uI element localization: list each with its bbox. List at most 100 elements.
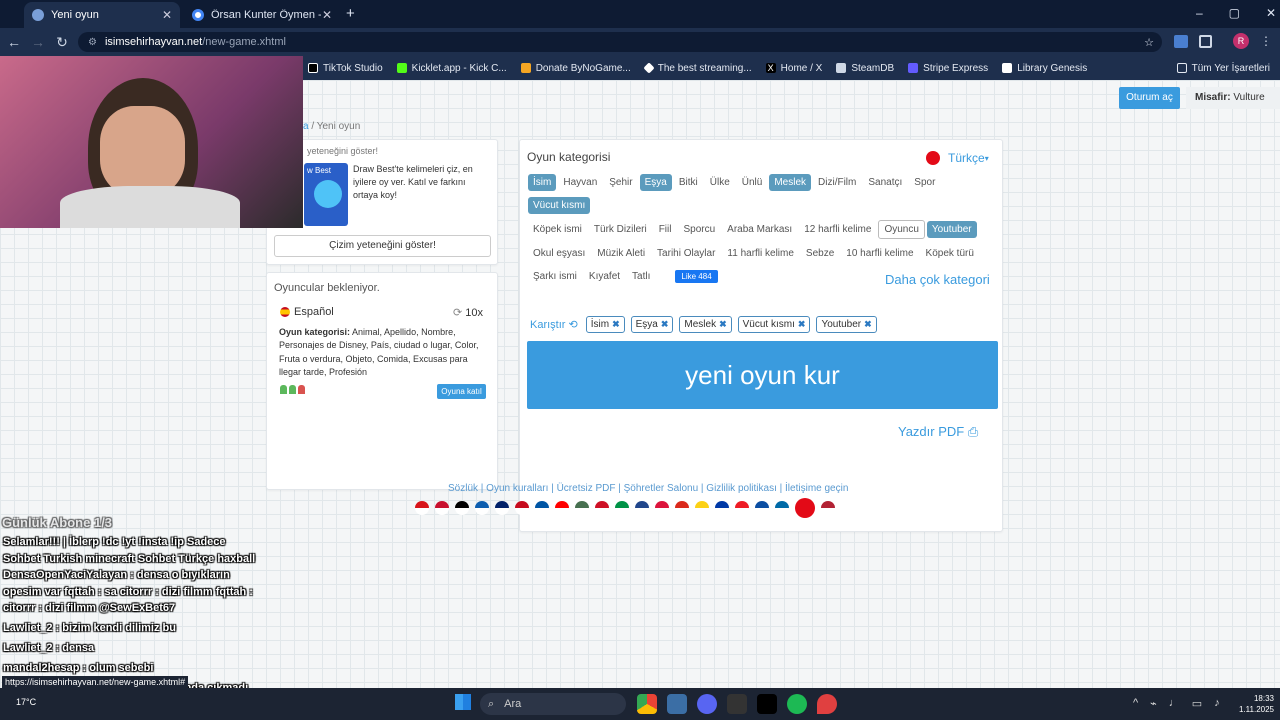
print-pdf-link[interactable]: Yazdır PDF ⎙ [898, 424, 978, 440]
selected-category-tag[interactable]: İsim ✖ [585, 316, 625, 333]
category-pill[interactable]: Köpek türü [921, 245, 979, 262]
category-pill[interactable]: Türk Dizileri [589, 221, 652, 238]
language-flag-icon[interactable] [515, 501, 529, 515]
new-tab-icon[interactable]: + [346, 5, 355, 22]
category-pill[interactable]: Ülke [705, 174, 735, 191]
network-icon[interactable]: ⌁ [1150, 697, 1157, 710]
category-pill[interactable]: Hayvan [558, 174, 602, 191]
bookmark-item[interactable]: Donate ByNoGame... [520, 63, 631, 74]
join-game-button[interactable]: Oyuna katıl [437, 384, 486, 399]
windows-start-icon[interactable] [455, 694, 471, 710]
forward-icon[interactable]: → [26, 34, 50, 50]
language-flag-icon[interactable] [435, 501, 449, 515]
footer-link[interactable]: Gizlilik politikası [706, 483, 777, 494]
volume-icon[interactable]: ♪ [1214, 697, 1220, 710]
category-pill[interactable]: İsim [528, 174, 557, 191]
selected-category-tag[interactable]: Eşya ✖ [630, 316, 674, 333]
footer-link[interactable]: İletişime geçin [785, 483, 848, 494]
app-icon[interactable] [727, 694, 747, 714]
close-tab-icon[interactable]: ✕ [162, 8, 172, 22]
language-selector[interactable]: Türkçe ▾ [926, 151, 989, 165]
tab-yeni-oyun[interactable]: Yeni oyun ✕ [24, 2, 180, 28]
language-flag-icon[interactable] [675, 501, 689, 515]
category-pill[interactable]: Köpek ismi [528, 221, 587, 238]
login-button[interactable]: Oturum aç [1119, 87, 1180, 109]
site-info-icon[interactable]: ⚙ [88, 37, 97, 48]
category-pill[interactable]: Araba Markası [722, 221, 797, 238]
more-categories-link[interactable]: Daha çok kategori [885, 272, 990, 287]
footer-link[interactable]: Sözlük [448, 483, 478, 494]
minimize-icon[interactable]: – [1196, 6, 1203, 20]
category-pill[interactable]: Tatlı [627, 268, 655, 285]
all-bookmarks[interactable]: Tüm Yer İşaretleri [1176, 63, 1270, 74]
profile-avatar[interactable]: R [1233, 33, 1249, 49]
category-pill[interactable]: Tarihi Olaylar [652, 245, 720, 262]
language-flag-icon[interactable] [555, 501, 569, 515]
shuffle-button[interactable]: Karıştır ⟲ [530, 318, 578, 331]
bookmark-item[interactable]: X Home / X [765, 63, 822, 74]
address-bar[interactable]: ⚙ isimsehirhayvan.net/new-game.xhtml ☆ [78, 32, 1162, 52]
category-pill[interactable]: Kıyafet [584, 268, 625, 285]
bookmark-item[interactable]: Library Genesis [1002, 63, 1087, 74]
category-pill[interactable]: Ünlü [737, 174, 768, 191]
language-flag-icon[interactable] [495, 501, 509, 515]
category-pill[interactable]: Okul eşyası [528, 245, 590, 262]
category-pill[interactable]: Dizi/Film [813, 174, 861, 191]
category-pill[interactable]: 12 harfli kelime [799, 221, 876, 238]
language-flag-icon[interactable] [575, 501, 589, 515]
category-pill[interactable]: Fiil [654, 221, 677, 238]
bookmark-item[interactable]: Stripe Express [908, 63, 988, 74]
category-pill[interactable]: Şehir [604, 174, 637, 191]
display-icon[interactable]: ▭ [1192, 697, 1202, 710]
translate-icon[interactable] [1174, 35, 1188, 48]
mic-icon[interactable]: ♩ [1169, 697, 1180, 710]
close-window-icon[interactable]: ✕ [1266, 6, 1276, 20]
category-pill[interactable]: Sebze [801, 245, 839, 262]
language-flag-icon[interactable] [695, 501, 709, 515]
footer-link[interactable]: Şöhretler Salonu [624, 483, 699, 494]
language-flag-icon[interactable] [475, 501, 489, 515]
category-pill[interactable]: Sanatçı [863, 174, 907, 191]
category-pill[interactable]: Eşya [639, 174, 672, 191]
language-flag-icon[interactable] [535, 501, 549, 515]
category-pill[interactable]: Vücut kısmı [528, 197, 591, 214]
app-icon[interactable] [667, 694, 687, 714]
category-pill[interactable]: Şarkı ismi [528, 268, 582, 285]
bookmark-item[interactable]: TikTok Studio [308, 63, 383, 74]
footer-link[interactable]: Oyun kuralları [486, 483, 548, 494]
show-drawing-button[interactable]: Çizim yeteneğini göster! [274, 235, 491, 257]
category-pill[interactable]: 11 harfli kelime [722, 245, 799, 262]
language-flag-icon[interactable] [415, 501, 429, 515]
spotify-icon[interactable] [787, 694, 807, 714]
category-pill[interactable]: 10 harfli kelime [841, 245, 918, 262]
language-flag-icon[interactable] [655, 501, 669, 515]
bookmark-item[interactable]: SteamDB [836, 63, 894, 74]
tab-google[interactable]: Örsan Kunter Öymen - Google ✕ [184, 2, 340, 28]
chrome-icon[interactable] [637, 694, 657, 714]
maximize-icon[interactable]: ▢ [1229, 6, 1240, 20]
capcut-icon[interactable] [757, 694, 777, 714]
app-icon[interactable] [817, 694, 837, 714]
selected-category-tag[interactable]: Youtuber ✖ [816, 316, 877, 333]
language-flag-icon[interactable] [821, 501, 835, 515]
category-pill[interactable]: Sporcu [678, 221, 720, 238]
back-icon[interactable]: ← [2, 34, 26, 50]
bookmark-item[interactable]: Kicklet.app - Kick C... [396, 63, 507, 74]
selected-category-tag[interactable]: Vücut kısmı ✖ [737, 316, 811, 333]
language-flag-icon[interactable] [775, 501, 789, 515]
category-pill[interactable]: Oyuncu [878, 220, 925, 239]
close-tab-icon[interactable]: ✕ [322, 8, 332, 22]
language-flag-icon[interactable] [595, 501, 609, 515]
category-pill[interactable]: Bitki [674, 174, 703, 191]
facebook-like-button[interactable]: Like 484 [675, 270, 718, 283]
bookmark-star-icon[interactable]: ☆ [1144, 36, 1154, 49]
menu-icon[interactable]: ⋮ [1260, 34, 1272, 48]
language-flag-icon[interactable] [635, 501, 649, 515]
breadcrumb-link[interactable]: a [303, 121, 309, 132]
clock[interactable]: 18:33 1.11.2025 [1226, 693, 1274, 715]
bookmark-item[interactable]: The best streaming... [643, 62, 752, 74]
category-pill[interactable]: Müzik Aleti [592, 245, 650, 262]
category-pill[interactable]: Youtuber [926, 221, 977, 238]
discord-icon[interactable] [697, 694, 717, 714]
language-flag-icon[interactable] [795, 498, 815, 518]
